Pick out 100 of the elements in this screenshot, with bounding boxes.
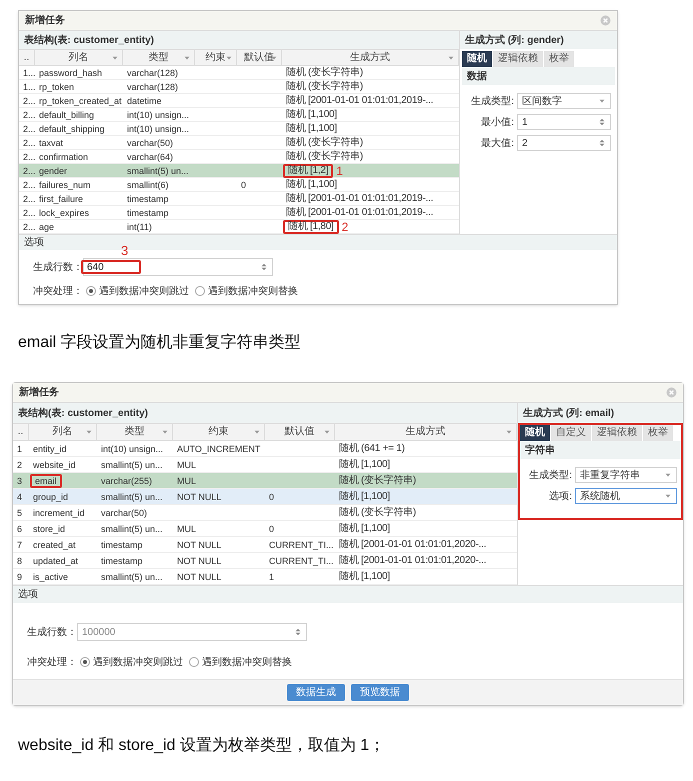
- table-row[interactable]: 2... rp_token_created_at datetime 随机 [2001-01-01 01:01:01,2019-...: [19, 94, 459, 108]
- column-header[interactable]: 类型: [148, 52, 168, 62]
- section-title: 选项: [18, 588, 38, 602]
- table-row[interactable]: 2... age int(11) 随机 [1,80] 2: [19, 220, 459, 234]
- tab[interactable]: 自定义: [551, 425, 591, 441]
- close-icon[interactable]: [666, 387, 677, 398]
- table-cell: datetime: [127, 96, 162, 106]
- column-header[interactable]: 默认值: [284, 427, 314, 437]
- table-cell: first_failure: [39, 194, 84, 204]
- table-cell: entity_id: [33, 444, 67, 454]
- tab[interactable]: 逻辑依赖: [592, 425, 642, 441]
- radio-label[interactable]: 遇到数据冲突则跳过: [93, 654, 183, 670]
- table-row[interactable]: 9 is_active smallint(5) un... NOT NULL 1 随机 [1,100]: [13, 569, 517, 585]
- table-row[interactable]: 2... default_shipping int(10) unsign... 随机 [1,100]: [19, 122, 459, 136]
- table-cell: 随机 [2001-01-01 01:01:01,2020-...: [339, 540, 486, 550]
- tab[interactable]: 逻辑依赖: [493, 51, 543, 67]
- tab[interactable]: 随机: [462, 51, 492, 67]
- tab[interactable]: 枚举: [643, 425, 673, 441]
- table-cell: failures_num: [39, 180, 91, 190]
- table-cell: 随机 [2001-01-01 01:01:01,2019-...: [286, 96, 434, 106]
- close-icon[interactable]: [600, 15, 611, 26]
- table-cell: smallint(5) un...: [101, 492, 163, 502]
- column-header[interactable]: 默认值: [244, 52, 274, 62]
- radio-label[interactable]: 遇到数据冲突则替换: [202, 654, 292, 670]
- table-row[interactable]: 2... gender smallint(5) un... 随机 [1,2] 1: [19, 164, 459, 178]
- tab[interactable]: 随机: [520, 425, 550, 441]
- select-field[interactable]: 系统随机: [575, 488, 677, 504]
- table-cell: lock_expires: [39, 208, 90, 218]
- number-field[interactable]: 1: [517, 114, 611, 130]
- number-field[interactable]: 2: [517, 135, 611, 151]
- table-cell: varchar(128): [127, 68, 178, 78]
- table-cell: int(10) unsign...: [101, 444, 164, 454]
- number-field[interactable]: 100000: [77, 623, 307, 641]
- panel-title: 生成方式 (列: email): [523, 406, 614, 420]
- table-cell: timestamp: [127, 194, 169, 204]
- table-cell: varchar(50): [101, 508, 148, 518]
- spinner-icon[interactable]: [260, 263, 268, 271]
- table-cell: varchar(50): [127, 138, 174, 148]
- table-cell: CURRENT_TI...: [269, 556, 334, 566]
- table-row[interactable]: 2... default_billing int(10) unsign... 随机 [1,100]: [19, 108, 459, 122]
- radio-button[interactable]: [189, 657, 199, 667]
- column-header[interactable]: 类型: [124, 427, 144, 437]
- radio-button[interactable]: [80, 657, 90, 667]
- action-button[interactable]: 数据生成: [287, 684, 345, 701]
- table-row[interactable]: 2... confirmation varchar(64) 随机 (变长字符串): [19, 150, 459, 164]
- column-header[interactable]: 约束: [208, 427, 228, 437]
- table-row[interactable]: 5 increment_id varchar(50) 随机 (变长字符串): [13, 505, 517, 521]
- dialog-title: 新增任务: [19, 385, 59, 400]
- table-cell: gender: [39, 166, 68, 176]
- number-input[interactable]: 100000: [78, 625, 138, 639]
- tab[interactable]: 枚举: [544, 51, 574, 67]
- field-label: 生成行数：: [33, 260, 83, 274]
- select-field[interactable]: 非重复字符串: [575, 467, 677, 483]
- table-row[interactable]: 8 updated_at timestamp NOT NULL CURRENT_TI... 随机 [2001-01-01 01:01:01,2020-...: [13, 553, 517, 569]
- table-cell: 随机 (变长字符串): [339, 508, 416, 518]
- table-cell: smallint(5) un...: [127, 166, 189, 176]
- table-cell: MUL: [177, 524, 196, 534]
- table-cell: 2...: [23, 222, 36, 232]
- spinner-icon[interactable]: [294, 628, 302, 636]
- paragraph: website_id 和 store_id 设置为枚举类型，取值为 1；: [18, 736, 386, 756]
- table-row[interactable]: 2... lock_expires timestamp 随机 [2001-01-01 01:01:01,2019-...: [19, 206, 459, 220]
- table-row[interactable]: 1... rp_token varchar(128) 随机 (变长字符串): [19, 80, 459, 94]
- table-row[interactable]: 2... failures_num smallint(6) 0 随机 [1,100]: [19, 178, 459, 192]
- spinner-icon[interactable]: [598, 118, 606, 126]
- column-header[interactable]: 列名: [68, 52, 88, 62]
- table-row[interactable]: 2... taxvat varchar(50) 随机 (变长字符串): [19, 136, 459, 150]
- select-field[interactable]: 区间数字: [517, 93, 611, 109]
- radio-button[interactable]: [195, 286, 205, 296]
- table-row[interactable]: 2 website_id smallint(5) un... MUL 随机 [1,100]: [13, 457, 517, 473]
- column-header[interactable]: ..: [24, 52, 30, 62]
- table-cell: 随机 (641 += 1): [339, 444, 405, 454]
- table-row[interactable]: 7 created_at timestamp NOT NULL CURRENT_TI... 随机 [2001-01-01 01:01:01,2020-...: [13, 537, 517, 553]
- table-cell: 随机 (变长字符串): [286, 138, 363, 148]
- table-cell: created_at: [33, 540, 76, 550]
- table-row[interactable]: 6 store_id smallint(5) un... MUL 0 随机 [1,100]: [13, 521, 517, 537]
- field-label: 最大值:: [480, 136, 514, 150]
- number-field[interactable]: 640: [83, 258, 273, 276]
- table-row[interactable]: 1 entity_id int(10) unsign... AUTO_INCREMENT 随机 (641 += 1): [13, 441, 517, 457]
- table-cell: 2...: [23, 152, 36, 162]
- section-title: 数据: [467, 70, 487, 84]
- table-cell: 7: [17, 540, 22, 550]
- table-row[interactable]: 3 email varchar(255) MUL 随机 (变长字符串): [13, 473, 517, 489]
- column-header[interactable]: 约束: [206, 52, 226, 62]
- callout-number: 1: [336, 164, 343, 176]
- radio-label[interactable]: 遇到数据冲突则跳过: [99, 284, 189, 298]
- table-row[interactable]: 2... first_failure timestamp 随机 [2001-01-01 01:01:01,2019-...: [19, 192, 459, 206]
- radio-button[interactable]: [86, 286, 96, 296]
- field-label: 生成类型:: [528, 468, 572, 482]
- column-header[interactable]: 列名: [52, 427, 72, 437]
- table-cell: smallint(5) un...: [101, 460, 163, 470]
- table-row[interactable]: 4 group_id smallint(5) un... NOT NULL 0 随机 [1,100]: [13, 489, 517, 505]
- radio-label[interactable]: 遇到数据冲突则替换: [208, 284, 298, 298]
- column-header[interactable]: 生成方式: [406, 427, 446, 437]
- column-header[interactable]: ..: [18, 427, 24, 437]
- column-header[interactable]: 生成方式: [350, 52, 390, 62]
- table-cell: default_shipping: [39, 124, 105, 134]
- number-input[interactable]: 640: [81, 260, 141, 274]
- spinner-icon[interactable]: [598, 139, 606, 147]
- table-row[interactable]: 1... password_hash varchar(128) 随机 (变长字符串): [19, 66, 459, 80]
- action-button[interactable]: 预览数据: [351, 684, 409, 701]
